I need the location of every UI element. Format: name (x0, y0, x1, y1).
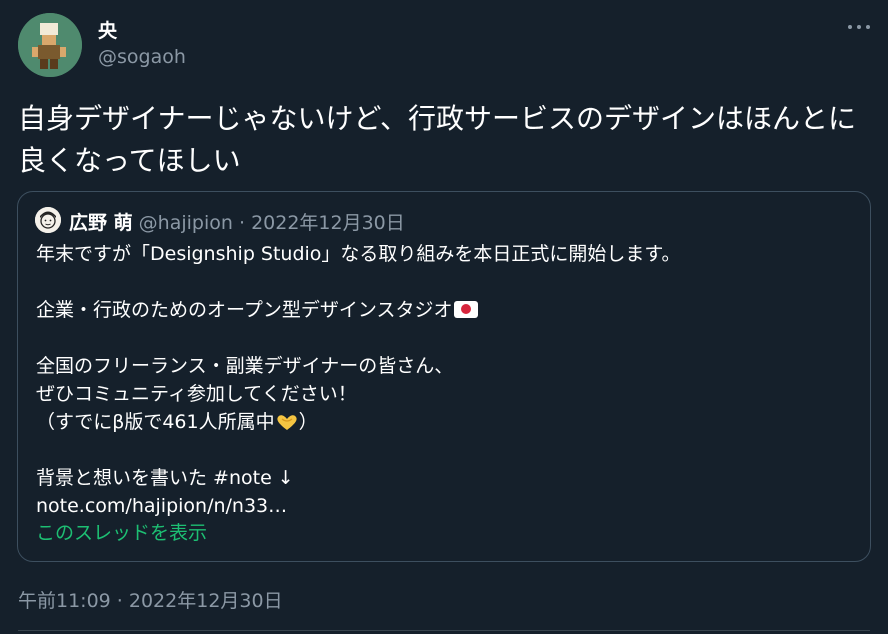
quoted-author-name: 広野 萌 (69, 212, 133, 234)
heart-hands-icon (276, 415, 297, 430)
quoted-line-text: 企業・行政のためのオープン型デザインスタジオ (36, 299, 453, 321)
quoted-line: 年末ですが「Designship Studio」なる取り組みを本日正式に開始しま… (36, 243, 681, 265)
quoted-line: 背景と想いを書いた #note ↓ (36, 467, 294, 489)
quoted-blank-line (36, 324, 856, 352)
quoted-line: （すでにβ版で461人所属中 ） (36, 408, 856, 436)
quoted-text: 年末ですが「Designship Studio」なる取り組みを本日正式に開始しま… (36, 240, 856, 520)
quoted-author-avatar (35, 207, 61, 233)
quoted-header: 広野 萌 @hajipion · 2022年12月30日 (69, 208, 405, 235)
quoted-blank-line (36, 268, 856, 296)
quoted-line-tail: ） (298, 411, 318, 433)
divider (18, 630, 870, 631)
quoted-line: 全国のフリーランス・副業デザイナーの皆さん、 (36, 355, 454, 377)
tweet-text: 自身デザイナーじゃないけど、行政サービスのデザインはほんとに良くなってほしい (18, 102, 857, 177)
quoted-line: 企業・行政のためのオープン型デザインスタジオ (36, 296, 856, 324)
show-thread-link[interactable]: このスレッドを表示 (36, 518, 207, 545)
quoted-link[interactable]: note.com/hajipion/n/n33… (36, 492, 856, 520)
more-options-icon[interactable] (848, 22, 870, 32)
quoted-tweet-card[interactable]: 広野 萌 @hajipion · 2022年12月30日 年末ですが「Desig… (17, 191, 871, 562)
japan-flag-icon (454, 301, 479, 318)
author-handle[interactable]: @sogaoh (98, 46, 186, 68)
quoted-author-handle: @hajipion (138, 212, 233, 234)
quoted-date: 2022年12月30日 (251, 212, 405, 234)
author-avatar[interactable] (18, 13, 82, 77)
tweet: 央 @sogaoh 自身デザイナーじゃないけど、行政サービスのデザインはほんとに… (0, 0, 888, 634)
quoted-line-text: （すでにβ版で461人所属中 (36, 411, 275, 433)
quoted-separator: · (238, 212, 246, 234)
quoted-blank-line (36, 436, 856, 464)
tweet-timestamp[interactable]: 午前11:09 · 2022年12月30日 (18, 586, 283, 613)
quoted-line: ぜひコミュニティ参加してください！ (36, 383, 357, 405)
author-name[interactable]: 央 (98, 16, 117, 43)
